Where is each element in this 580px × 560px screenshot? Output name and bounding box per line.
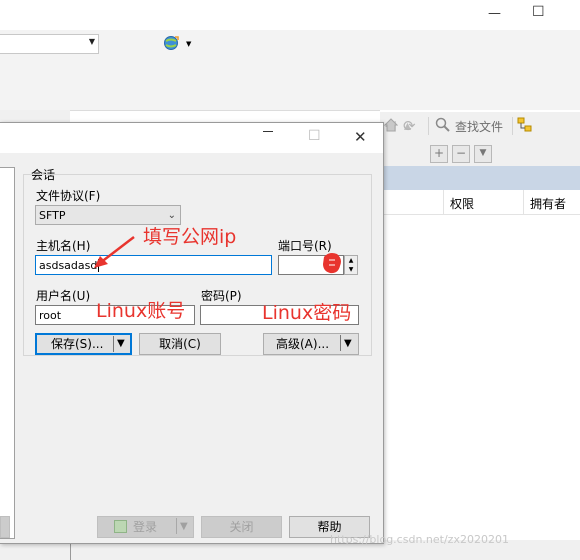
annotation-host-hint: 填写公网ip: [143, 226, 237, 248]
chevron-down-icon[interactable]: ▼: [186, 40, 191, 48]
chevron-down-icon[interactable]: ▼: [117, 335, 125, 353]
toolbar-separator: [428, 117, 429, 135]
close-button[interactable]: ✕: [354, 128, 367, 146]
tree-view-icon[interactable]: [517, 117, 533, 133]
column-separator[interactable]: [523, 190, 524, 214]
annotation-arrow: [92, 234, 138, 270]
protocol-label: 文件协议(F): [36, 189, 101, 203]
find-files-icon[interactable]: [435, 117, 451, 133]
minus-icon[interactable]: −: [452, 145, 470, 163]
tools-button[interactable]: [0, 516, 10, 538]
globe-sync-icon[interactable]: [162, 35, 180, 51]
login-label: 登录: [133, 520, 158, 534]
user-label: 用户名(U): [36, 289, 91, 303]
column-header: 权限 拥有者: [380, 190, 580, 215]
remote-toolbar-secondary: + − ▼: [380, 140, 580, 166]
split-divider: [176, 518, 177, 534]
save-label: 保存(S)...: [51, 337, 104, 351]
login-icon: [114, 520, 127, 533]
maximize-button[interactable]: ☐: [532, 4, 545, 20]
advanced-label: 高级(A)...: [276, 337, 330, 351]
close-dialog-button[interactable]: 关闭: [201, 516, 282, 538]
dialog-titlebar: ☐ ✕: [0, 123, 383, 153]
maximize-button[interactable]: ☐: [308, 128, 321, 144]
port-stepper[interactable]: ▲ ▼: [344, 255, 358, 275]
host-value: asdsadasd: [39, 259, 98, 272]
session-combo[interactable]: ▼: [0, 34, 99, 54]
filter-icon[interactable]: ▼: [474, 145, 492, 163]
path-band: [380, 166, 580, 190]
login-dialog: ☐ ✕ 会话 文件协议(F) SFTP ⌄ 主机名(H) asdsadasd 端…: [0, 122, 384, 544]
annotation-password-hint: Linux密码: [262, 302, 352, 324]
password-label: 密码(P): [201, 289, 242, 303]
save-button[interactable]: 保存(S)... ▼: [35, 333, 132, 355]
split-divider: [340, 335, 341, 351]
column-separator[interactable]: [443, 190, 444, 214]
minimize-button[interactable]: —: [488, 6, 501, 21]
redaction-mark: [321, 251, 343, 275]
protocol-value: SFTP: [39, 209, 66, 222]
find-files-button[interactable]: 查找文件: [455, 118, 503, 135]
column-owner[interactable]: 拥有者: [530, 195, 566, 212]
plus-icon[interactable]: +: [430, 145, 448, 163]
chevron-down-icon[interactable]: ▼: [344, 334, 352, 354]
chevron-down-icon[interactable]: ▼: [345, 265, 357, 274]
chevron-down-icon: ▼: [180, 521, 188, 532]
annotation-user-hint: Linux账号: [96, 300, 186, 322]
remote-toolbar: ◀ ▴ ⟳ 查找文件: [380, 112, 580, 140]
advanced-button[interactable]: 高级(A)... ▼: [263, 333, 359, 355]
chevron-up-icon[interactable]: ▲: [345, 256, 357, 265]
split-divider: [113, 336, 114, 352]
minimize-button[interactable]: [263, 131, 273, 132]
home-icon[interactable]: [383, 118, 399, 132]
chevron-down-icon: ▼: [88, 37, 95, 46]
watermark: https://blog.csdn.net/zx2020201: [330, 533, 509, 546]
host-field[interactable]: asdsadasd: [35, 255, 272, 275]
host-label: 主机名(H): [36, 239, 91, 253]
user-value: root: [39, 309, 62, 322]
toolbar-separator: [512, 117, 513, 135]
refresh-icon[interactable]: ⟳: [403, 117, 416, 135]
site-tree-panel[interactable]: [0, 167, 15, 539]
column-permissions[interactable]: 权限: [450, 195, 474, 212]
login-button[interactable]: 登录 ▼: [97, 516, 194, 538]
cancel-button[interactable]: 取消(C): [139, 333, 221, 355]
